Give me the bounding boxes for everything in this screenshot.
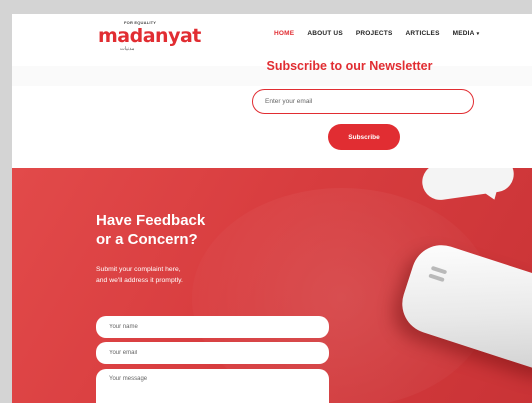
email-field[interactable] xyxy=(96,342,329,364)
name-field[interactable] xyxy=(96,316,329,338)
phone-speaker-2 xyxy=(428,273,445,283)
feedback-title-line2: or a Concern? xyxy=(96,231,198,248)
feedback-description-line2: and we'll address it promptly. xyxy=(96,277,183,284)
feedback-title: Have Feedback or a Concern? xyxy=(96,211,276,249)
newsletter-title: Subscribe to our Newsletter xyxy=(266,59,433,73)
page: FOR EQUALITY madanyat مدنيات HOME ABOUT … xyxy=(12,14,532,403)
chevron-down-icon: ▾ xyxy=(476,31,480,37)
feedback-description-line1: Submit your complaint here, xyxy=(96,266,181,273)
main-nav: HOME ABOUT US PROJECTS ARTICLES MEDIA ▾ xyxy=(274,30,479,37)
nav-articles[interactable]: ARTICLES xyxy=(406,30,440,37)
feedback-section: Have Feedback or a Concern? Submit your … xyxy=(12,168,532,403)
logo-wordmark: madanyat xyxy=(98,25,201,47)
message-field[interactable] xyxy=(96,369,329,403)
feedback-description: Submit your complaint here, and we'll ad… xyxy=(96,264,276,286)
nav-projects[interactable]: PROJECTS xyxy=(356,30,393,37)
nav-media-label: MEDIA xyxy=(452,30,475,37)
nav-media[interactable]: MEDIA ▾ xyxy=(453,30,480,37)
logo-arabic: مدنيات xyxy=(120,46,135,52)
logo[interactable]: FOR EQUALITY madanyat مدنيات xyxy=(98,20,201,54)
chat-bubble-image xyxy=(419,168,517,203)
newsletter-email-input[interactable] xyxy=(252,89,474,114)
nav-about-us[interactable]: ABOUT US xyxy=(307,30,343,37)
nav-home[interactable]: HOME xyxy=(274,30,294,37)
phone-speaker xyxy=(430,265,448,275)
feedback-title-line1: Have Feedback xyxy=(96,212,206,229)
newsletter-section: Subscribe to our Newsletter Subscribe xyxy=(12,59,532,168)
subscribe-button[interactable]: Subscribe xyxy=(328,124,400,150)
